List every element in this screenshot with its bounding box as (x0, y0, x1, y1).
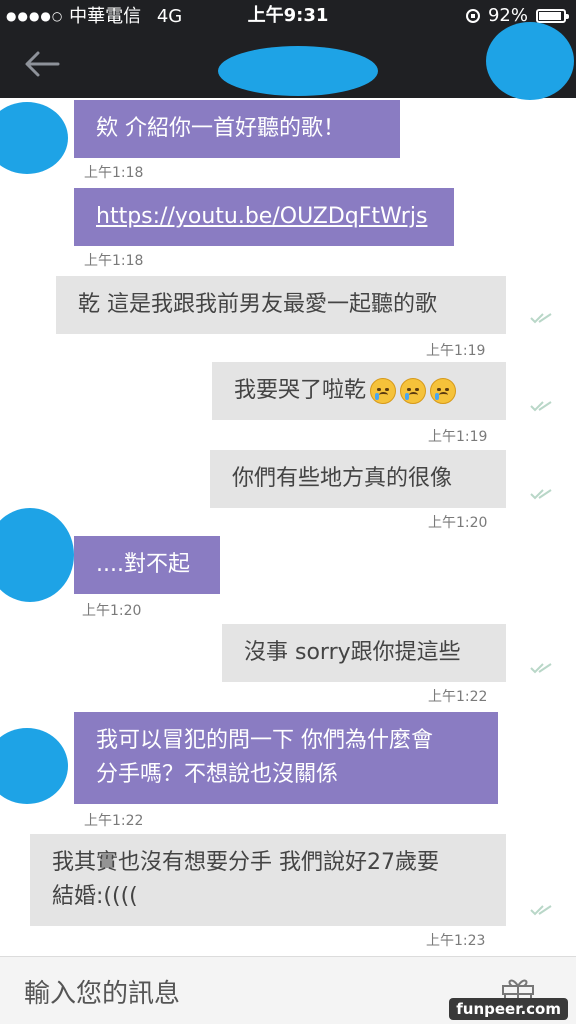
message-bubble-incoming: https://youtu.be/OUZDqFtWrjs (74, 188, 454, 246)
message-bubble-incoming: 我可以冒犯的問一下 你們為什麼會 分手嗎？不想說也沒關係 (74, 712, 498, 804)
message-text: 沒事 sorry跟你提這些 (244, 640, 461, 665)
watermark: funpeer.com (449, 998, 568, 1020)
message-timestamp: 上午1:18 (84, 253, 144, 269)
crying-face-icon (400, 378, 427, 404)
message-bubble-outgoing: 乾 這是我跟我前男友最愛一起聽的歌 (56, 276, 506, 334)
message-text-line: 分手嗎？不想說也沒關係 (96, 762, 339, 787)
message-bubble-outgoing: 你們有些地方真的很像 (210, 450, 506, 508)
crying-face-icon (430, 378, 457, 404)
message-text: 欸 介紹你一首好聽的歌！ (96, 116, 345, 141)
redacted-contact-avatar[interactable] (486, 22, 574, 100)
message-timestamp: 上午1:18 (84, 165, 144, 181)
redacted-contact-name (218, 46, 378, 96)
message-text: ....對不起 (96, 552, 190, 577)
message-bubble-incoming: ....對不起 (74, 536, 220, 594)
message-text-line: 結婚:(((( (52, 884, 138, 909)
message-text: 乾 這是我跟我前男友最愛一起聽的歌 (78, 292, 437, 317)
message-text: 你們有些地方真的很像 (232, 466, 453, 491)
message-timestamp: 上午1:23 (426, 933, 486, 949)
message-bubble-outgoing: 我要哭了啦乾 (212, 362, 506, 420)
battery-icon (536, 9, 569, 23)
arrow-left-icon (25, 51, 60, 77)
message-timestamp: 上午1:19 (428, 429, 488, 445)
chat-thread[interactable]: 欸 介紹你一首好聽的歌！ 上午1:18 https://youtu.be/OUZ… (0, 98, 576, 956)
crying-face-icon (370, 378, 397, 404)
message-timestamp: 上午1:19 (426, 343, 486, 359)
orientation-lock-icon (465, 9, 480, 23)
message-input-placeholder[interactable]: 輸入您的訊息 (24, 973, 180, 1010)
message-bubble-incoming: 欸 介紹你一首好聽的歌！ (74, 100, 400, 158)
message-timestamp: 上午1:20 (428, 515, 488, 531)
top-bar: ●●●●○ 中華電信 4G 上午9:31 92% (0, 0, 576, 100)
redacted-avatar (0, 728, 68, 804)
message-text: 我要哭了啦乾 (234, 378, 367, 403)
message-timestamp: 上午1:20 (82, 603, 142, 619)
read-check-icon (530, 313, 552, 324)
read-check-icon (530, 401, 552, 412)
message-text-line: 我可以冒犯的問一下 你們為什麼會 (96, 728, 433, 753)
back-button[interactable] (22, 48, 62, 80)
read-check-icon (530, 663, 552, 674)
message-bubble-outgoing: 我其實也沒有想要分手 我們說好27歲要 結婚:(((( (30, 834, 506, 926)
read-check-icon (530, 905, 552, 916)
message-bubble-outgoing: 沒事 sorry跟你提這些 (222, 624, 506, 682)
message-timestamp: 上午1:22 (428, 689, 488, 705)
message-text-line: 我其實也沒有想要分手 我們說好27歲要 (52, 850, 439, 875)
redacted-avatar (0, 508, 74, 602)
redacted-avatar (0, 102, 68, 174)
message-timestamp: 上午1:22 (84, 813, 144, 829)
youtube-link[interactable]: https://youtu.be/OUZDqFtWrjs (96, 200, 427, 234)
status-bar: ●●●●○ 中華電信 4G 上午9:31 92% (0, 0, 576, 32)
read-check-icon (530, 489, 552, 500)
